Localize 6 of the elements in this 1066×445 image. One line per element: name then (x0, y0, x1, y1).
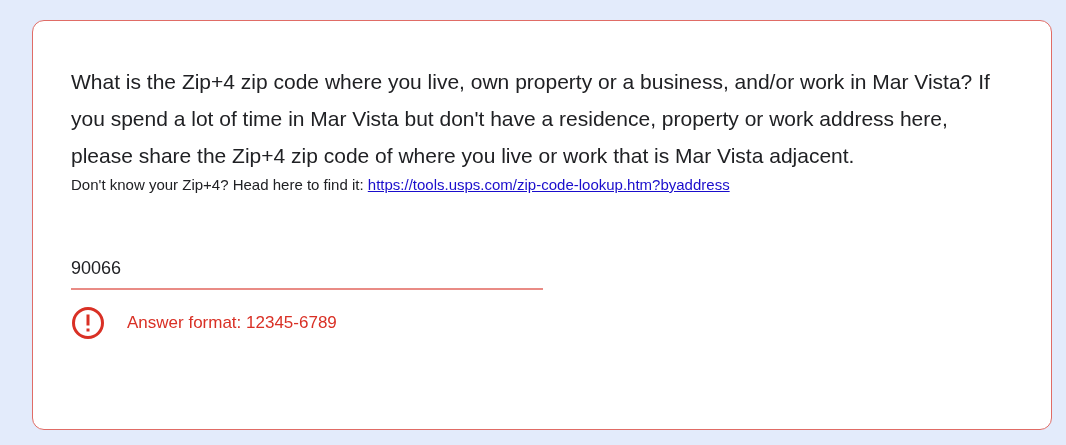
help-text: Don't know your Zip+4? Head here to find it: https://tools.usps.com/zip-code-lookup.htm?byaddress (71, 175, 731, 195)
lookup-link[interactable]: https://tools.usps.com/zip-code-lookup.htm?byaddress (367, 176, 730, 193)
error-message: Answer format: 12345-6789 (127, 312, 337, 335)
answer-field[interactable]: 90066 (71, 255, 543, 290)
error-icon (71, 306, 105, 340)
question-text: What is the Zip+4 zip code where you live, own property or a business, and/or work in Mar Vista? If you spend a lot of time in Mar Vista but don't have a residence, property or work address here, please share the Zip+4 zip code of where you live or work that is Mar Vista adjacent. (71, 69, 991, 169)
